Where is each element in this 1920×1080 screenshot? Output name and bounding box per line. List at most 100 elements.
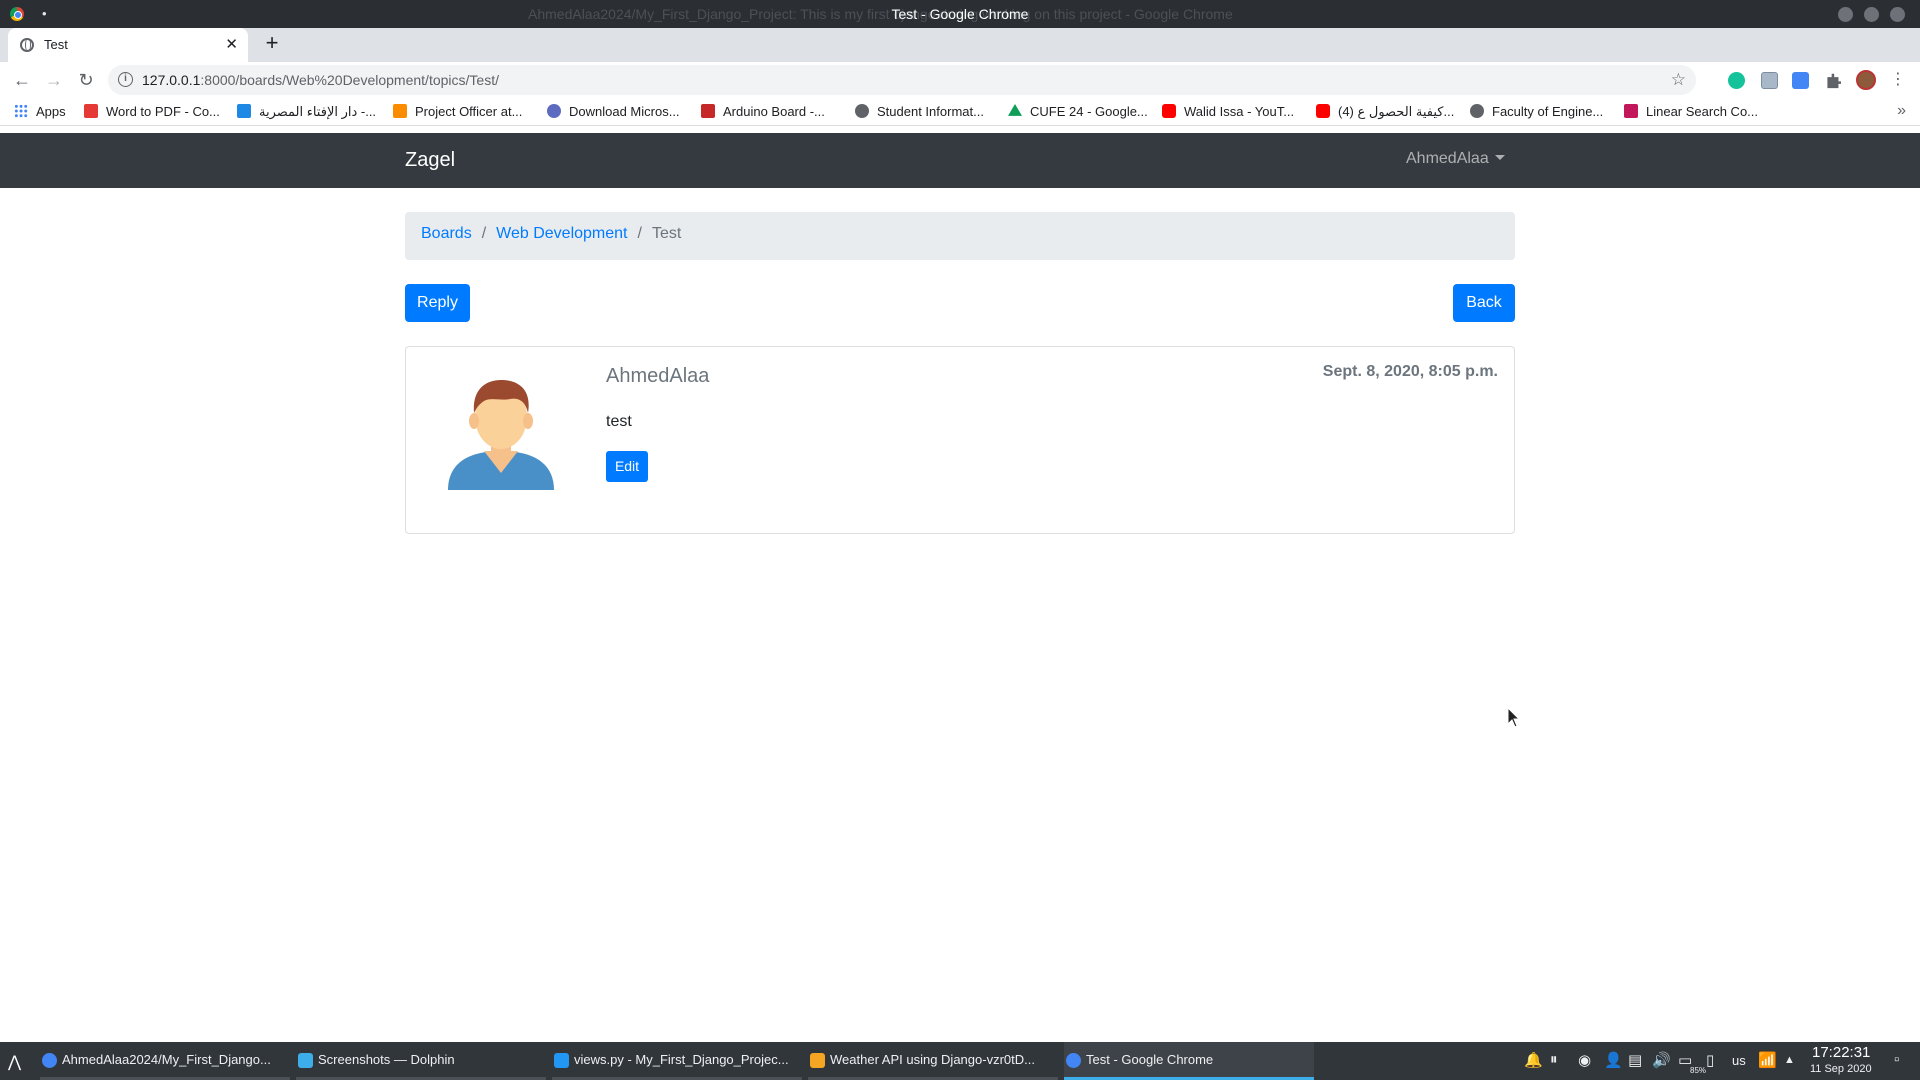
puzzle-icon[interactable] <box>1827 73 1841 89</box>
task-label: Test - Google Chrome <box>1086 1052 1214 1067</box>
notifications-icon[interactable]: 🔔 <box>1524 1051 1543 1069</box>
bookmark-label: Download Micros... <box>569 104 680 119</box>
new-tab-button[interactable]: + <box>260 32 284 56</box>
bookmark-label: Linear Search Co... <box>1646 104 1759 119</box>
chrome-icon <box>42 1053 57 1068</box>
keyboard-layout[interactable]: us <box>1732 1053 1746 1068</box>
bookmark-label: Arduino Board -... <box>723 104 825 119</box>
battery-percent: 85% <box>1690 1066 1707 1075</box>
grammarly-icon[interactable] <box>1728 72 1745 89</box>
youtube-icon <box>1316 104 1330 118</box>
edx-icon <box>1624 104 1638 118</box>
caret-down-icon <box>1494 155 1505 160</box>
user-dropdown[interactable]: AhmedAlaa <box>1406 150 1505 168</box>
bookmark-apps[interactable]: Apps <box>14 104 66 119</box>
task-video-player[interactable]: Weather API using Django-vzr0tD... <box>808 1042 1058 1080</box>
back-arrow-icon[interactable]: ← <box>10 68 34 92</box>
bookmark-arduino[interactable]: Arduino Board -... <box>701 104 825 119</box>
word-to-pdf-icon <box>84 104 98 118</box>
chrome-icon <box>1066 1053 1081 1068</box>
user-name: AhmedAlaa <box>1406 150 1489 167</box>
bookmark-star-icon[interactable]: ☆ <box>1671 70 1686 90</box>
breadcrumb-separator: / <box>637 225 642 242</box>
site-navbar: Zagel AhmedAlaa <box>0 133 1920 188</box>
image-extension-icon[interactable] <box>1761 72 1778 89</box>
volume-icon[interactable]: 🔊 <box>1652 1051 1671 1069</box>
forward-arrow-icon[interactable]: → <box>42 68 66 92</box>
app-launcher-icon[interactable]: ⋀ <box>8 1052 21 1072</box>
media-pause-icon[interactable]: ⏸ <box>1550 1051 1558 1068</box>
user-switch-icon[interactable]: 👤 <box>1604 1051 1623 1069</box>
microsoft-download-icon <box>547 104 561 118</box>
removable-device-icon[interactable]: ▯ <box>1706 1051 1714 1069</box>
bookmark-student-information[interactable]: Student Informat... <box>855 104 984 119</box>
globe-icon <box>855 104 869 118</box>
url-host: 127.0.0.1 <box>142 72 201 88</box>
bookmark-walid-issa[interactable]: Walid Issa - YouT... <box>1162 104 1294 119</box>
bookmark-youtube-arabic[interactable]: (4) كيفية الحصول ع... <box>1316 104 1454 120</box>
window-title: Test - Google Chrome <box>891 6 1029 22</box>
site-info-icon[interactable]: i <box>118 72 133 87</box>
breadcrumb-board[interactable]: Web Development <box>496 225 627 242</box>
show-desktop-icon[interactable]: ▫ <box>1894 1051 1899 1068</box>
task-chrome-github[interactable]: AhmedAlaa2024/My_First_Django... <box>40 1042 290 1080</box>
bookmark-download-microsoft[interactable]: Download Micros... <box>547 104 680 119</box>
web-page: Zagel AhmedAlaa Boards / Web Development / T… <box>0 127 1920 1042</box>
bookmarks-overflow-icon[interactable]: » <box>1897 102 1906 120</box>
bookmark-linear-search[interactable]: Linear Search Co... <box>1624 104 1758 119</box>
clock-time[interactable]: 17:22:31 <box>1812 1044 1870 1061</box>
clock-date: 11 Sep 2020 <box>1810 1063 1872 1075</box>
bookmark-label: Word to PDF - Co... <box>106 104 220 119</box>
task-label: Weather API using Django-vzr0tD... <box>830 1052 1035 1067</box>
bookmark-dar-alifta[interactable]: دار الإفتاء المصرية -... <box>237 104 376 120</box>
post-message: test <box>606 413 632 430</box>
window-titlebar: • AhmedAlaa2024/My_First_Django_Project:… <box>0 0 1920 28</box>
reply-button[interactable]: Reply <box>405 284 470 322</box>
bookmark-cufe-drive[interactable]: CUFE 24 - Google... <box>1008 104 1148 119</box>
task-label: views.py - My_First_Django_Projec... <box>574 1052 789 1067</box>
url-text[interactable]: 127.0.0.1:8000/boards/Web%20Development/… <box>142 72 499 88</box>
translate-icon[interactable] <box>1792 72 1809 89</box>
task-vscode[interactable]: views.py - My_First_Django_Projec... <box>552 1042 802 1080</box>
post-author: AhmedAlaa <box>606 365 710 387</box>
dolphin-folder-icon <box>298 1053 313 1068</box>
bookmark-faculty-engineering[interactable]: Faculty of Engine... <box>1470 104 1603 119</box>
back-button[interactable]: Back <box>1453 284 1515 322</box>
breadcrumb-topic: Test <box>651 225 682 242</box>
tab-strip: Test ✕ + <box>0 28 1920 62</box>
edit-button[interactable]: Edit <box>606 451 648 482</box>
kde-connect-icon[interactable]: ◉ <box>1578 1051 1591 1069</box>
clipboard-icon[interactable]: ▤ <box>1628 1051 1642 1069</box>
url-path: :8000/boards/Web%20Development/topics/Te… <box>200 72 499 88</box>
taskbar: ⋀ AhmedAlaa2024/My_First_Django... Scree… <box>0 1042 1920 1080</box>
bookmark-label: Faculty of Engine... <box>1492 104 1604 119</box>
close-window-button[interactable] <box>1890 7 1905 22</box>
breadcrumb-boards[interactable]: Boards <box>421 225 472 242</box>
google-drive-icon <box>1008 104 1022 116</box>
globe-icon <box>1470 104 1484 118</box>
task-dolphin[interactable]: Screenshots — Dolphin <box>296 1042 546 1080</box>
youtube-icon <box>1162 104 1176 118</box>
tab-close-icon[interactable]: ✕ <box>225 35 238 53</box>
tray-expand-icon[interactable]: ▲ <box>1784 1054 1795 1066</box>
task-chrome-test[interactable]: Test - Google Chrome <box>1064 1042 1314 1080</box>
bookmark-word-to-pdf[interactable]: Word to PDF - Co... <box>84 104 220 119</box>
bookmark-project-officer[interactable]: Project Officer at... <box>393 104 522 119</box>
profile-avatar-icon[interactable] <box>1856 70 1876 90</box>
avatar <box>448 380 554 490</box>
reload-icon[interactable]: ↻ <box>74 68 98 92</box>
maximize-button[interactable] <box>1864 7 1879 22</box>
tab-title: Test <box>44 37 68 52</box>
address-bar[interactable]: i 127.0.0.1:8000/boards/Web%20Developmen… <box>108 65 1696 95</box>
mouse-pointer-icon <box>1507 706 1521 728</box>
site-brand[interactable]: Zagel <box>405 149 455 172</box>
minimize-button[interactable] <box>1838 7 1853 22</box>
breadcrumb-separator: / <box>481 225 487 242</box>
bookmark-label: Apps <box>36 104 66 119</box>
browser-toolbar: ← → ↻ i 127.0.0.1:8000/boards/Web%20Deve… <box>0 62 1920 98</box>
bookmark-label: Walid Issa - YouT... <box>1184 104 1295 119</box>
chrome-menu-icon[interactable]: ⋮ <box>1886 68 1910 92</box>
tab-test[interactable]: Test ✕ <box>8 28 248 62</box>
wifi-icon[interactable]: 📶 <box>1758 1051 1777 1069</box>
post-date: Sept. 8, 2020, 8:05 p.m. <box>1322 363 1498 380</box>
